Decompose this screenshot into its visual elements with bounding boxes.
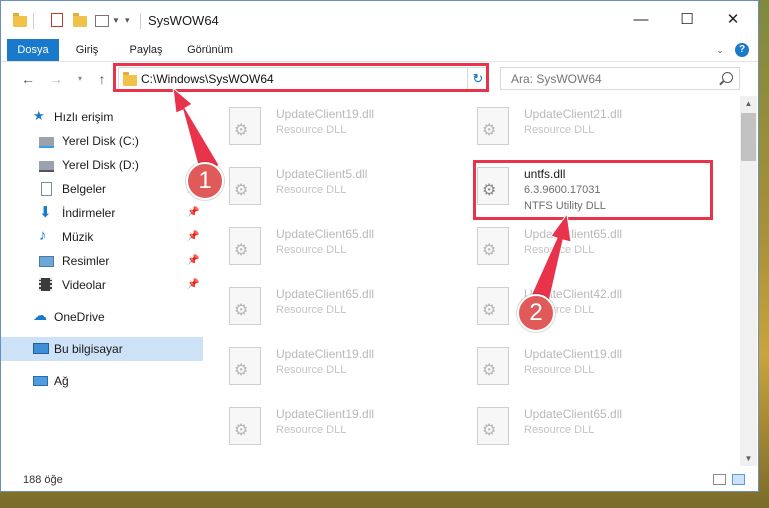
chevron-down-icon[interactable]: ▼	[112, 16, 120, 32]
star-icon: ★	[33, 108, 45, 123]
properties-icon[interactable]	[51, 13, 63, 27]
address-row: ← → ▾ ↑ C:\Windows\SysWOW64 ⌄ ↻	[1, 62, 758, 96]
status-bar: 188 öğe	[1, 468, 758, 491]
dll-file-icon	[477, 227, 509, 265]
computer-icon	[33, 343, 49, 354]
cloud-icon: ☁	[33, 307, 47, 323]
sidebar-item-network[interactable]: Ağ	[1, 369, 203, 393]
refresh-button[interactable]: ↻	[467, 67, 488, 90]
dll-file-icon	[229, 347, 261, 385]
file-item[interactable]: UpdateClient19.dll Resource DLL	[211, 341, 441, 395]
new-folder-icon[interactable]	[73, 13, 87, 29]
help-icon[interactable]: ?	[735, 43, 749, 57]
sidebar-item-local-disk-d[interactable]: Yerel Disk (D:)	[1, 153, 203, 177]
pictures-icon	[39, 256, 54, 267]
tab-share[interactable]: Paylaş	[123, 39, 169, 61]
pin-icon[interactable]: 📌	[187, 207, 199, 218]
sidebar-item-downloads[interactable]: ⬇ İndirmeler 📌	[1, 201, 203, 225]
dll-file-icon	[477, 107, 509, 145]
dll-file-icon	[477, 287, 509, 325]
customize-toolbar-icon[interactable]: ▾	[125, 15, 130, 31]
up-arrow-icon[interactable]: ↑	[93, 70, 111, 88]
file-item[interactable]: UpdateClient65.dll Resource DLL	[459, 221, 689, 275]
address-path: C:\Windows\SysWOW64	[141, 72, 274, 86]
downloads-icon: ⬇	[39, 204, 52, 221]
chevron-down-icon[interactable]: ⌄	[713, 39, 727, 61]
toolbar-divider	[33, 13, 34, 29]
view-toggle-icon[interactable]	[95, 15, 109, 27]
videos-icon	[39, 278, 52, 291]
pin-icon[interactable]: 📌	[187, 231, 199, 242]
documents-icon	[41, 182, 52, 196]
forward-arrow-icon[interactable]: →	[47, 70, 65, 88]
explorer-window: ▼ ▾ SysWOW64 — ☐ ✕ Dosya Giriş Paylaş Gö…	[0, 0, 759, 492]
drive-icon	[39, 161, 54, 172]
file-item[interactable]: UpdateClient65.dll Resource DLL	[459, 401, 689, 455]
window-title: SysWOW64	[148, 13, 219, 28]
tab-view[interactable]: Görünüm	[181, 39, 239, 61]
scrollbar-thumb[interactable]	[741, 113, 756, 161]
sidebar-item-onedrive[interactable]: ☁ OneDrive	[1, 305, 203, 329]
scroll-up-icon[interactable]: ▲	[740, 96, 757, 111]
back-arrow-icon[interactable]: ←	[19, 70, 37, 88]
callout-step-2: 2	[517, 294, 555, 332]
dll-file-icon	[477, 347, 509, 385]
large-icons-view-icon[interactable]	[732, 474, 745, 485]
file-item-untfs-dll[interactable]: untfs.dll 6.3.9600.17031 NTFS Utility DL…	[459, 161, 689, 215]
callout-step-1: 1	[186, 162, 224, 200]
file-list: UpdateClient19.dll Resource DLL UpdateCl…	[211, 101, 738, 466]
file-item[interactable]: UpdateClient19.dll Resource DLL	[211, 101, 441, 155]
file-item[interactable]: UpdateClient65.dll Resource DLL	[211, 221, 441, 275]
file-item[interactable]: UpdateClient19.dll Resource DLL	[211, 401, 441, 455]
drive-icon	[39, 137, 54, 148]
recent-locations-icon[interactable]: ▾	[71, 70, 89, 88]
navigation-pane: ★ Hızlı erişim Yerel Disk (C:) Yerel Dis…	[1, 101, 203, 466]
folder-icon	[123, 72, 137, 86]
vertical-scrollbar[interactable]: ▲ ▼	[740, 96, 757, 466]
file-item[interactable]: UpdateClient21.dll Resource DLL	[459, 101, 689, 155]
network-icon	[33, 376, 48, 386]
address-bar[interactable]: C:\Windows\SysWOW64 ⌄	[118, 67, 487, 90]
dll-file-icon	[477, 167, 509, 205]
sidebar-item-this-pc[interactable]: Bu bilgisayar	[1, 337, 203, 361]
maximize-button[interactable]: ☐	[664, 6, 710, 34]
dll-file-icon	[229, 407, 261, 445]
search-icon[interactable]	[722, 72, 733, 83]
folder-icon	[13, 13, 27, 29]
dll-file-icon	[229, 167, 261, 205]
sidebar-item-music[interactable]: ♪ Müzik 📌	[1, 225, 203, 249]
music-icon: ♪	[39, 227, 47, 244]
item-count: 188 öğe	[23, 474, 63, 486]
dll-file-icon	[229, 107, 261, 145]
dll-file-icon	[477, 407, 509, 445]
minimize-button[interactable]: —	[618, 6, 664, 34]
file-item[interactable]: UpdateClient65.dll Resource DLL	[211, 281, 441, 335]
search-box[interactable]	[500, 67, 740, 90]
dll-file-icon	[229, 287, 261, 325]
search-input[interactable]	[509, 71, 713, 87]
scroll-down-icon[interactable]: ▼	[740, 451, 757, 466]
sidebar-item-local-disk-c[interactable]: Yerel Disk (C:)	[1, 129, 203, 153]
pin-icon[interactable]: 📌	[187, 279, 199, 290]
title-bar: ▼ ▾ SysWOW64 — ☐ ✕	[1, 1, 758, 39]
sidebar-item-pictures[interactable]: Resimler 📌	[1, 249, 203, 273]
close-button[interactable]: ✕	[710, 6, 756, 34]
pin-icon[interactable]: 📌	[187, 255, 199, 266]
sidebar-item-videos[interactable]: Videolar 📌	[1, 273, 203, 297]
dll-file-icon	[229, 227, 261, 265]
tab-file[interactable]: Dosya	[7, 39, 59, 61]
tab-home[interactable]: Giriş	[67, 39, 107, 61]
toolbar-divider	[140, 13, 141, 29]
file-item[interactable]: UpdateClient5.dll Resource DLL	[211, 161, 441, 215]
file-item[interactable]: UpdateClient42.dll Resource DLL	[459, 281, 689, 335]
file-item[interactable]: UpdateClient19.dll Resource DLL	[459, 341, 689, 395]
sidebar-item-quick-access[interactable]: ★ Hızlı erişim	[1, 105, 203, 129]
ribbon-tabs: Dosya Giriş Paylaş Görünüm ⌄ ?	[1, 39, 758, 62]
sidebar-item-documents[interactable]: Belgeler 📌	[1, 177, 203, 201]
details-view-icon[interactable]	[713, 474, 726, 485]
